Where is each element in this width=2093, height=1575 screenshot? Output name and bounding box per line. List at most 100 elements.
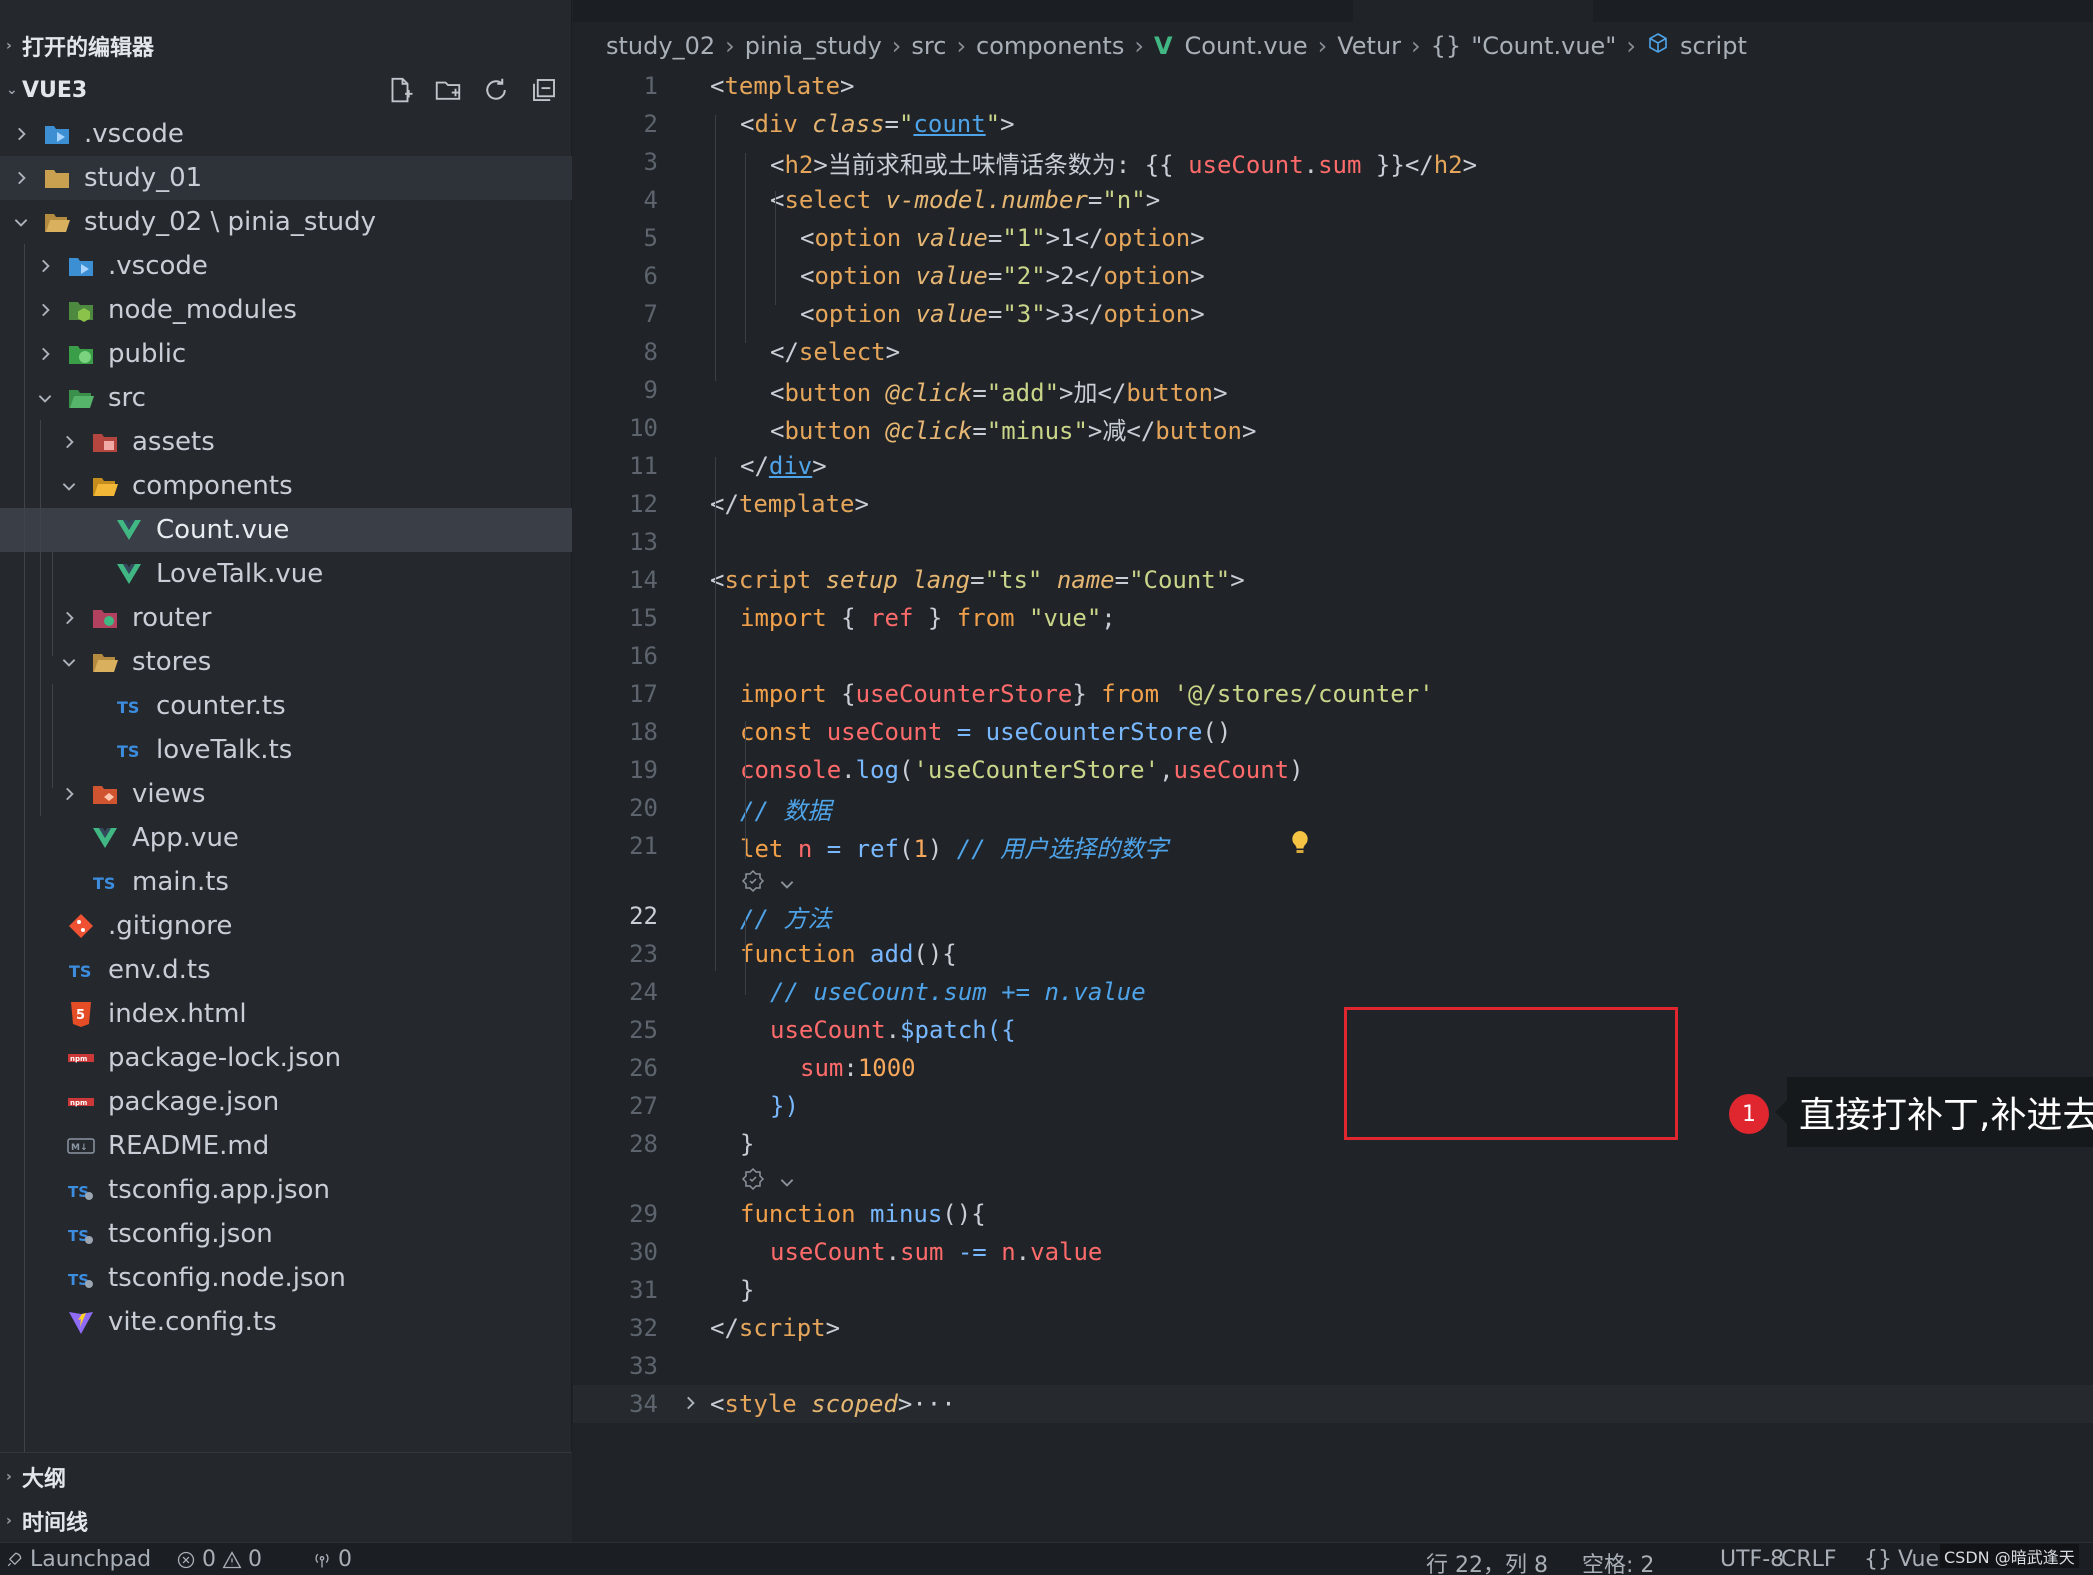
- breadcrumb-item[interactable]: Vetur: [1337, 32, 1401, 60]
- code-line[interactable]: 9 <button @click="add">加</button>: [573, 371, 2093, 409]
- code-line[interactable]: 16: [573, 637, 2093, 675]
- tree-item-label: App.vue: [132, 823, 239, 853]
- launchpad-item[interactable]: Launchpad: [4, 1547, 151, 1572]
- open-editors-header[interactable]: › 打开的编辑器: [0, 24, 572, 68]
- code-line[interactable]: 10 <button @click="minus">减</button>: [573, 409, 2093, 447]
- file-item[interactable]: TS tsconfig.node.json: [0, 1256, 572, 1300]
- file-item[interactable]: npm package-lock.json: [0, 1036, 572, 1080]
- folder-item[interactable]: study_02 \ pinia_study: [0, 200, 572, 244]
- folder-item[interactable]: components: [0, 464, 572, 508]
- code-line[interactable]: 23 function add(){: [573, 935, 2093, 973]
- encoding[interactable]: UTF-8: [1720, 1547, 1784, 1572]
- code-line[interactable]: 18 const useCount = useCounterStore(): [573, 713, 2093, 751]
- collapse-all-icon[interactable]: [526, 72, 562, 108]
- folder-item[interactable]: .vscode: [0, 244, 572, 288]
- file-item[interactable]: .gitignore: [0, 904, 572, 948]
- code-line[interactable]: 21 let n = ref(1) // 用户选择的数字: [573, 827, 2093, 865]
- code-token: =: [987, 224, 1003, 252]
- file-item[interactable]: App.vue: [0, 816, 572, 860]
- problems-item[interactable]: 0 0: [176, 1547, 262, 1572]
- code-line[interactable]: 4 <select v-model.number="n">: [573, 181, 2093, 219]
- code-token: =: [1087, 186, 1103, 214]
- outline-header[interactable]: › 大纲: [0, 1455, 572, 1499]
- folder-item[interactable]: router: [0, 596, 572, 640]
- folder-item[interactable]: views: [0, 772, 572, 816]
- file-item[interactable]: TS tsconfig.json: [0, 1212, 572, 1256]
- file-item[interactable]: LoveTalk.vue: [0, 552, 572, 596]
- folder-item[interactable]: public: [0, 332, 572, 376]
- file-item[interactable]: M↓ README.md: [0, 1124, 572, 1168]
- code-line[interactable]: 3 <h2>当前求和或土味情话条数为: {{ useCount.sum }}</h…: [573, 143, 2093, 181]
- code-line[interactable]: 11 </div>: [573, 447, 2093, 485]
- active-tab[interactable]: [1353, 0, 1593, 22]
- file-item[interactable]: npm package.json: [0, 1080, 572, 1124]
- code-line[interactable]: 12 </template>: [573, 485, 2093, 523]
- breadcrumb-item[interactable]: study_02: [606, 32, 715, 60]
- file-item[interactable]: TS loveTalk.ts: [0, 728, 572, 772]
- folder-item[interactable]: study_01: [0, 156, 572, 200]
- code-line[interactable]: 1 <template>: [573, 67, 2093, 105]
- callout-text: 直接打补丁,补进去对象数据相当于直接覆盖: [1799, 1095, 2093, 1136]
- fold-chevron-icon[interactable]: [681, 1390, 699, 1418]
- folder-item[interactable]: src: [0, 376, 572, 420]
- code-line[interactable]: 15 import { ref } from "vue";: [573, 599, 2093, 637]
- folder-item[interactable]: assets: [0, 420, 572, 464]
- cursor-position[interactable]: 行 22，列 8: [1426, 1547, 1548, 1575]
- language-mode[interactable]: {} Vue: [1864, 1547, 1939, 1572]
- code-lines[interactable]: 1 <template> 2 <div class="count"> 3 <h2>当前求和…: [573, 67, 2093, 1423]
- codelens-icon[interactable]: [741, 869, 765, 899]
- code-line[interactable]: 31}: [573, 1271, 2093, 1309]
- indent-guide: [24, 244, 25, 1564]
- new-file-icon[interactable]: [382, 72, 418, 108]
- code-line[interactable]: 7 <option value="3">3</option>: [573, 295, 2093, 333]
- code-line[interactable]: 13: [573, 523, 2093, 561]
- code-line[interactable]: 5 <option value="1">1</option>: [573, 219, 2093, 257]
- chevron-down-icon[interactable]: [778, 1169, 796, 1197]
- timeline-header[interactable]: › 时间线: [0, 1499, 572, 1543]
- codelens-icon[interactable]: [741, 1167, 765, 1197]
- folder-item[interactable]: .vscode: [0, 112, 572, 156]
- code-line[interactable]: 19 console.log('useCounterStore',useCount…: [573, 751, 2093, 789]
- code-line[interactable]: 6 <option value="2">2</option>: [573, 257, 2093, 295]
- code-line[interactable]: 34 <style scoped>···: [573, 1385, 2093, 1423]
- breadcrumb-item[interactable]: src: [911, 32, 946, 60]
- code-token: useCount: [1188, 150, 1304, 179]
- code-line[interactable]: 22 // 方法: [573, 897, 2093, 935]
- code-line[interactable]: 25 useCount.$patch({: [573, 1011, 2093, 1049]
- chevron-down-icon[interactable]: [778, 871, 796, 899]
- breadcrumb-item[interactable]: "Count.vue": [1471, 32, 1616, 60]
- ports-item[interactable]: 0: [312, 1547, 352, 1572]
- code-line[interactable]: 20 // 数据: [573, 789, 2093, 827]
- file-item[interactable]: TS counter.ts: [0, 684, 572, 728]
- file-item[interactable]: TS env.d.ts: [0, 948, 572, 992]
- file-item[interactable]: TS main.ts: [0, 860, 572, 904]
- code-line[interactable]: 8 </select>: [573, 333, 2093, 371]
- file-item[interactable]: Count.vue: [0, 508, 572, 552]
- folder-item[interactable]: node_modules: [0, 288, 572, 332]
- folder-item[interactable]: stores: [0, 640, 572, 684]
- file-item[interactable]: vite.config.ts: [0, 1300, 572, 1344]
- breadcrumb-item[interactable]: Count.vue: [1185, 32, 1308, 60]
- code-token: =: [884, 110, 899, 138]
- code-line[interactable]: 2 <div class="count">: [573, 105, 2093, 143]
- code-line[interactable]: 14 <script setup lang="ts" name="Count">: [573, 561, 2093, 599]
- lightbulb-icon[interactable]: [1289, 829, 1311, 857]
- breadcrumb-item[interactable]: script: [1680, 32, 1747, 60]
- end-of-line[interactable]: CRLF: [1781, 1547, 1837, 1572]
- code-line[interactable]: 29 function minus(){: [573, 1195, 2093, 1233]
- code-line[interactable]: 32 </script>: [573, 1309, 2093, 1347]
- code-line[interactable]: 30 useCount.sum -= n.value: [573, 1233, 2093, 1271]
- workspace-header[interactable]: ⌄ VUE3: [0, 68, 572, 112]
- file-item[interactable]: 5 index.html: [0, 992, 572, 1036]
- refresh-icon[interactable]: [478, 72, 514, 108]
- code-text: const useCount = useCounterStore(): [740, 718, 1231, 746]
- breadcrumb-item[interactable]: pinia_study: [745, 32, 882, 60]
- file-item[interactable]: TS tsconfig.app.json: [0, 1168, 572, 1212]
- code-line[interactable]: 17 import {useCounterStore} from '@/store…: [573, 675, 2093, 713]
- indentation[interactable]: 空格: 2: [1582, 1547, 1654, 1575]
- code-line[interactable]: 33: [573, 1347, 2093, 1385]
- new-folder-icon[interactable]: [430, 72, 466, 108]
- breadcrumb-item[interactable]: components: [976, 32, 1124, 60]
- code-editor[interactable]: study_02 › pinia_study › src › component…: [573, 0, 2093, 1542]
- code-line[interactable]: 24 // useCount.sum += n.value: [573, 973, 2093, 1011]
